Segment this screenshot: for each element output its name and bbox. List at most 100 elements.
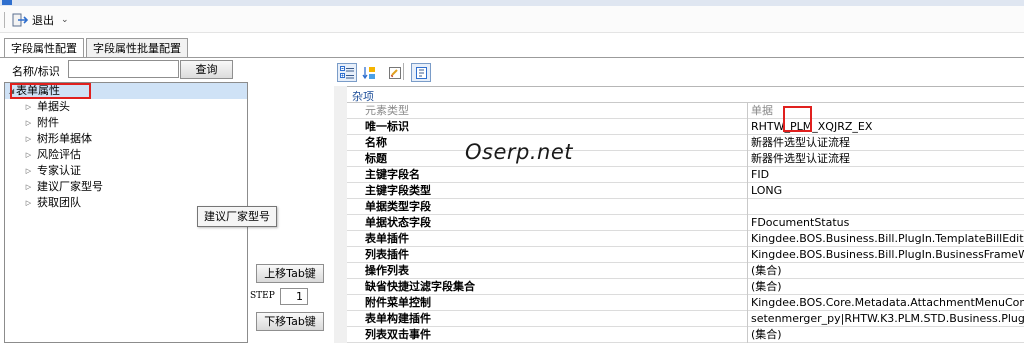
property-name: 主键字段类型	[365, 184, 431, 197]
property-name: 缺省快捷过滤字段集合	[365, 280, 475, 293]
property-row[interactable]: 主键字段名 FID	[347, 167, 1024, 183]
property-name: 唯一标识	[365, 120, 409, 133]
property-name: 列表插件	[365, 248, 409, 261]
exit-button[interactable]: 退出 ⌄	[12, 10, 69, 29]
tree-item[interactable]: ▷ 风险评估	[5, 147, 81, 163]
property-name: 表单插件	[365, 232, 409, 245]
property-value[interactable]: Kingdee.BOS.Core.Metadata.AttachmentMenu…	[751, 295, 1024, 310]
property-value[interactable]: (集合)	[751, 263, 1024, 278]
property-row[interactable]: 主键字段类型 LONG	[347, 183, 1024, 199]
properties-icon	[389, 66, 401, 79]
property-value[interactable]: (集合)	[751, 279, 1024, 294]
tree-item-label: 附件	[37, 116, 59, 129]
collapsed-triangle-icon[interactable]: ▷	[24, 179, 33, 195]
tab-strip: 字段属性配置 字段属性批量配置	[0, 38, 1024, 58]
property-value[interactable]: 新器件选型认证流程	[751, 135, 1024, 150]
property-grid-gutter	[334, 86, 347, 343]
sort-alpha-icon	[362, 66, 375, 79]
collapsed-triangle-icon[interactable]: ▷	[24, 195, 33, 211]
tab-divider	[0, 57, 1024, 58]
property-value[interactable]: 新器件选型认证流程	[751, 151, 1024, 166]
move-down-tab-button[interactable]: 下移Tab键	[256, 312, 324, 331]
toolbar-separator	[4, 12, 5, 28]
tree-item[interactable]: ▷ 建议厂家型号	[5, 179, 103, 195]
collapsed-triangle-icon[interactable]: ▷	[24, 115, 33, 131]
property-row[interactable]: 单据类型字段	[347, 199, 1024, 215]
toolbar-separator	[403, 63, 404, 80]
property-value[interactable]: setenmerger_py|RHTW.K3.PLM.STD.Business.…	[751, 311, 1024, 326]
watermark: Oserp.net	[465, 140, 573, 164]
property-value[interactable]: Kingdee.BOS.Business.Bill.PlugIn.Templat…	[751, 231, 1024, 246]
property-value[interactable]: FDocumentStatus	[751, 215, 1024, 230]
collapsed-triangle-icon[interactable]: ▷	[24, 99, 33, 115]
property-row[interactable]: 表单插件 Kingdee.BOS.Business.Bill.PlugIn.Tem…	[347, 231, 1024, 247]
tree-item[interactable]: ▷ 附件	[5, 115, 59, 131]
tree-item-label: 树形单据体	[37, 132, 92, 145]
property-value[interactable]: 单据	[751, 103, 1024, 118]
query-button[interactable]: 查询	[180, 60, 233, 79]
exit-icon	[12, 13, 28, 26]
exit-label: 退出	[32, 13, 54, 27]
property-row[interactable]: 元素类型 单据	[347, 103, 1024, 119]
tree-item-label: 风险评估	[37, 148, 81, 161]
tab-field-property-config[interactable]: 字段属性配置	[4, 38, 84, 58]
tree-item-label: 建议厂家型号	[37, 180, 103, 193]
app-icon	[2, 0, 12, 5]
categorized-icon	[340, 66, 354, 79]
property-row[interactable]: 列表插件 Kingdee.BOS.Business.Bill.PlugIn.Bus…	[347, 247, 1024, 263]
move-up-tab-button[interactable]: 上移Tab键	[256, 264, 324, 283]
property-row[interactable]: 缺省快捷过滤字段集合 (集合)	[347, 279, 1024, 295]
property-row[interactable]: 表单构建插件 setenmerger_py|RHTW.K3.PLM.STD.Bus…	[347, 311, 1024, 327]
property-name: 元素类型	[365, 104, 409, 117]
tree-item[interactable]: ▷ 树形单据体	[5, 131, 92, 147]
tree-root-item[interactable]: ◢ 表单属性	[5, 83, 247, 99]
tree-item-label: 表单属性	[16, 84, 60, 97]
property-row[interactable]: 操作列表 (集合)	[347, 263, 1024, 279]
tree-item-label: 专家认证	[37, 164, 81, 177]
tree-item-label: 单据头	[37, 100, 70, 113]
step-input[interactable]: 1	[280, 288, 308, 305]
property-name: 表单构建插件	[365, 312, 431, 325]
property-value[interactable]: RHTW_PLM_XQJRZ_EX	[751, 119, 1024, 134]
search-label: 名称/标识	[12, 65, 60, 78]
property-name: 操作列表	[365, 264, 409, 277]
property-value[interactable]	[751, 199, 1024, 214]
tree-item[interactable]: ▷ 获取团队	[5, 195, 81, 211]
property-row[interactable]: 附件菜单控制 Kingdee.BOS.Core.Metadata.Attachme…	[347, 295, 1024, 311]
property-row[interactable]: 唯一标识 RHTW_PLM_XQJRZ_EX	[347, 119, 1024, 135]
property-name: 主键字段名	[365, 168, 420, 181]
step-label: STEP	[250, 291, 275, 301]
property-pages-button[interactable]	[411, 63, 431, 82]
value-column-divider[interactable]	[747, 103, 748, 343]
tree-item[interactable]: ▷ 专家认证	[5, 163, 81, 179]
toolbar: 退出 ⌄	[0, 6, 1024, 33]
chevron-down-icon[interactable]: ⌄	[61, 15, 69, 25]
property-value[interactable]: LONG	[751, 183, 1024, 198]
collapsed-triangle-icon[interactable]: ▷	[24, 147, 33, 163]
tooltip: 建议厂家型号	[197, 206, 277, 227]
properties-button[interactable]	[385, 63, 405, 82]
property-name: 附件菜单控制	[365, 296, 431, 309]
property-name: 列表双击事件	[365, 328, 431, 341]
property-name: 名称	[365, 136, 387, 149]
property-row[interactable]: 名称 新器件选型认证流程	[347, 135, 1024, 151]
property-value[interactable]: Kingdee.BOS.Business.Bill.PlugIn.Busines…	[751, 247, 1024, 262]
tree-item-label: 获取团队	[37, 196, 81, 209]
collapsed-triangle-icon[interactable]: ▷	[24, 163, 33, 179]
property-row[interactable]: 标题 新器件选型认证流程	[347, 151, 1024, 167]
property-name: 单据状态字段	[365, 216, 431, 229]
expanded-triangle-icon[interactable]: ◢	[7, 83, 16, 99]
property-row[interactable]: 单据状态字段 FDocumentStatus	[347, 215, 1024, 231]
property-value[interactable]: (集合)	[751, 327, 1024, 342]
tree-item[interactable]: ▷ 单据头	[5, 99, 70, 115]
property-value[interactable]: FID	[751, 167, 1024, 182]
search-input[interactable]	[68, 60, 179, 78]
sort-alpha-button[interactable]	[359, 63, 379, 82]
property-name: 单据类型字段	[365, 200, 431, 213]
property-pages-icon	[415, 66, 427, 79]
collapsed-triangle-icon[interactable]: ▷	[24, 131, 33, 147]
property-name: 标题	[365, 152, 387, 165]
property-row[interactable]: 列表双击事件 (集合)	[347, 327, 1024, 343]
tab-field-property-batch-config[interactable]: 字段属性批量配置	[86, 38, 188, 58]
categorized-button[interactable]	[337, 63, 357, 82]
